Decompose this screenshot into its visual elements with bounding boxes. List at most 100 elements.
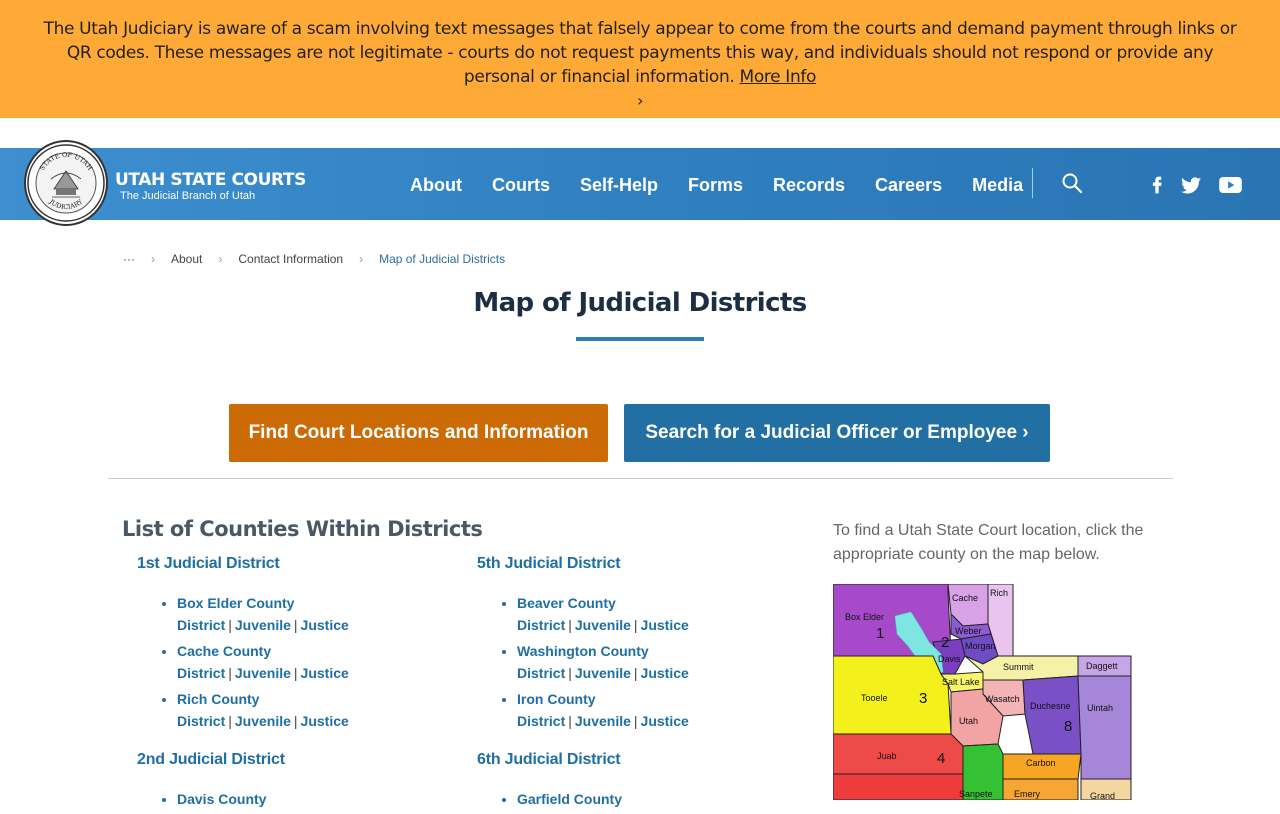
district-court-link[interactable]: District xyxy=(517,713,565,729)
district-title[interactable]: 5th Judicial District xyxy=(477,555,689,573)
county-list: Garfield County xyxy=(477,788,622,810)
juvenile-court-link[interactable]: Juvenile xyxy=(575,713,631,729)
utah-districts-map: Box Elder Cache Rich Weber Morgan Davis … xyxy=(832,583,1133,801)
district-block: 1st Judicial District Box Elder County D… xyxy=(137,555,349,736)
map-label-emery: Emery xyxy=(1014,789,1041,799)
map-label-utah: Utah xyxy=(959,716,978,726)
district-block: 5th Judicial District Beaver County Dist… xyxy=(477,555,689,736)
search-judicial-officer-button[interactable]: Search for a Judicial Officer or Employe… xyxy=(624,404,1050,462)
county-list: Beaver County District|Juvenile|Justice … xyxy=(477,592,689,732)
list-item: Cache County District|Juvenile|Justice xyxy=(177,640,349,684)
justice-court-link[interactable]: Justice xyxy=(301,713,349,729)
facebook-icon[interactable] xyxy=(1146,175,1168,195)
juvenile-court-link[interactable]: Juvenile xyxy=(235,713,291,729)
map-label-wasatch: Wasatch xyxy=(985,694,1020,704)
list-item: Iron County District|Juvenile|Justice xyxy=(517,688,689,732)
breadcrumb-ellipsis[interactable]: ··· xyxy=(123,252,135,266)
county-link[interactable]: Garfield County xyxy=(517,788,622,810)
map-label-tooele: Tooele xyxy=(861,693,888,703)
court-links: District | Juvenile | Justice xyxy=(177,665,349,681)
justice-court-link[interactable]: Justice xyxy=(301,617,349,633)
twitter-icon[interactable] xyxy=(1180,175,1202,195)
district-court-link[interactable]: District xyxy=(177,665,225,681)
nav-self-help[interactable]: Self-Help xyxy=(580,174,658,196)
county-link[interactable]: Davis County xyxy=(177,788,285,810)
list-item: Box Elder County District|Juvenile|Justi… xyxy=(177,592,349,636)
district-block: 6th Judicial District Garfield County xyxy=(477,751,622,814)
county-link[interactable]: Rich County xyxy=(177,688,349,710)
court-links: District | Juvenile | Justice xyxy=(517,665,689,681)
county-uintah[interactable] xyxy=(1077,675,1132,780)
map-label-daggett: Daggett xyxy=(1086,661,1118,671)
juvenile-court-link[interactable]: Juvenile xyxy=(235,617,291,633)
district-title[interactable]: 1st Judicial District xyxy=(137,555,349,573)
justice-court-link[interactable]: Justice xyxy=(641,617,689,633)
alert-message: The Utah Judiciary is aware of a scam in… xyxy=(36,17,1244,113)
district-court-link[interactable]: District xyxy=(517,617,565,633)
counties-list-heading: List of Counties Within Districts xyxy=(122,517,483,541)
district-court-link[interactable]: District xyxy=(517,665,565,681)
search-icon[interactable] xyxy=(1061,172,1083,194)
county-link[interactable]: Iron County xyxy=(517,688,689,710)
county-millard[interactable] xyxy=(832,773,964,801)
map-label-duchesne: Duchesne xyxy=(1030,701,1071,711)
nav-media[interactable]: Media xyxy=(972,174,1023,196)
juvenile-court-link[interactable]: Juvenile xyxy=(575,665,631,681)
district-court-link[interactable]: District xyxy=(177,713,225,729)
map-label-weber: Weber xyxy=(955,626,981,636)
county-link[interactable]: Box Elder County xyxy=(177,592,349,614)
nav-careers[interactable]: Careers xyxy=(875,174,942,196)
page-title: Map of Judicial Districts xyxy=(473,288,807,318)
map-district-number: 3 xyxy=(919,690,927,707)
list-item: Washington County District|Juvenile|Just… xyxy=(517,640,689,684)
juvenile-court-link[interactable]: Juvenile xyxy=(575,617,631,633)
county-duchesne[interactable] xyxy=(1022,675,1082,755)
scam-alert-banner: The Utah Judiciary is aware of a scam in… xyxy=(0,0,1280,118)
district-court-link[interactable]: District xyxy=(177,617,225,633)
nav-divider xyxy=(1032,168,1033,198)
list-item: Garfield County xyxy=(517,788,622,810)
nav-records[interactable]: Records xyxy=(773,174,845,196)
justice-court-link[interactable]: Justice xyxy=(641,713,689,729)
section-divider xyxy=(108,478,1173,479)
justice-court-link[interactable]: Justice xyxy=(301,665,349,681)
brand-tagline: The Judicial Branch of Utah xyxy=(120,190,256,202)
map-label-rich: Rich xyxy=(990,588,1008,598)
map-label-grand: Grand xyxy=(1090,791,1115,800)
county-tooele[interactable] xyxy=(832,655,952,735)
district-title[interactable]: 6th Judicial District xyxy=(477,751,622,769)
map-label-morgan: Morgan xyxy=(965,641,996,651)
map-label-summit: Summit xyxy=(1003,662,1034,672)
district-block: 2nd Judicial District Davis County xyxy=(137,751,285,814)
map-district-number: 8 xyxy=(1064,718,1072,735)
breadcrumb-contact-information[interactable]: Contact Information xyxy=(238,252,343,266)
county-link[interactable]: Beaver County xyxy=(517,592,689,614)
map-district-number: 2 xyxy=(941,634,949,651)
county-list: Box Elder County District|Juvenile|Justi… xyxy=(137,592,349,732)
county-list: Davis County xyxy=(137,788,285,810)
map-label-salt-lake: Salt Lake xyxy=(942,677,980,687)
district-title[interactable]: 2nd Judicial District xyxy=(137,751,285,769)
site-brand[interactable]: UTAH STATE COURTS The Judicial Branch of… xyxy=(115,170,306,203)
chevron-right-icon[interactable]: › xyxy=(36,89,1244,113)
breadcrumb-separator: › xyxy=(218,252,223,266)
justice-court-link[interactable]: Justice xyxy=(641,665,689,681)
map-label-box-elder: Box Elder xyxy=(845,612,884,622)
county-link[interactable]: Cache County xyxy=(177,640,349,662)
youtube-icon[interactable] xyxy=(1218,175,1242,195)
court-links: District | Juvenile | Justice xyxy=(517,617,689,633)
map-instructions: To find a Utah State Court location, cli… xyxy=(833,522,1144,563)
county-link[interactable]: Washington County xyxy=(517,640,689,662)
map-district-number: 4 xyxy=(937,750,945,767)
court-links: District | Juvenile | Justice xyxy=(177,713,349,729)
breadcrumb-separator: › xyxy=(151,252,155,266)
brand-name: UTAH STATE COURTS xyxy=(115,170,306,190)
breadcrumb-about[interactable]: About xyxy=(171,252,202,266)
juvenile-court-link[interactable]: Juvenile xyxy=(235,665,291,681)
find-court-locations-button[interactable]: Find Court Locations and Information xyxy=(229,404,608,462)
nav-about[interactable]: About xyxy=(410,174,462,196)
nav-forms[interactable]: Forms xyxy=(688,174,743,196)
utah-judiciary-seal-logo[interactable]: STATE OF UTAH JUDICIARY xyxy=(24,140,108,226)
more-info-link[interactable]: More Info xyxy=(740,67,817,87)
nav-courts[interactable]: Courts xyxy=(492,174,550,196)
